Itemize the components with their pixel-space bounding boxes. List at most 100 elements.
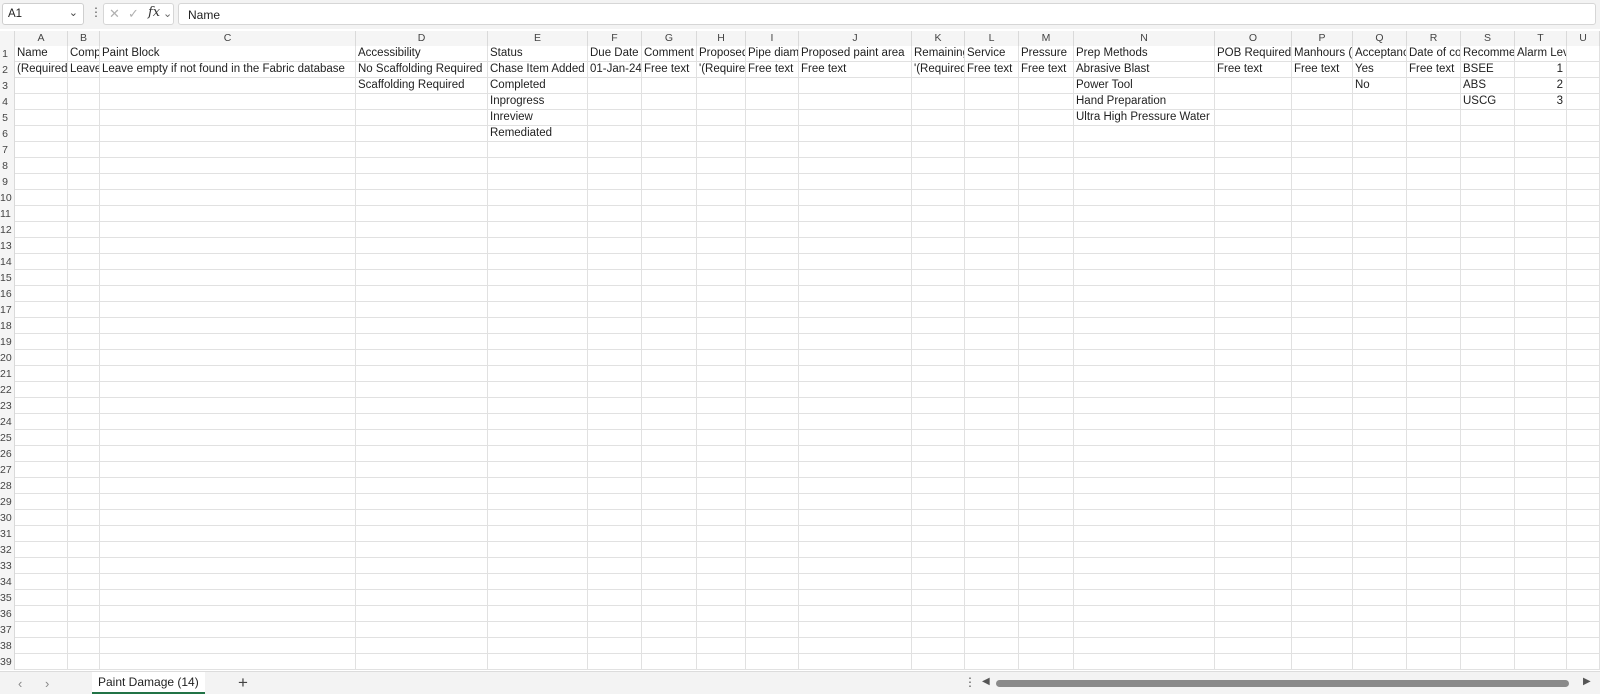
cell-j21[interactable] (799, 366, 912, 382)
cell-e18[interactable] (488, 318, 588, 334)
cell-k17[interactable] (912, 302, 965, 318)
cell-a32[interactable] (15, 542, 68, 558)
cell-d3[interactable]: Scaffolding Required (356, 78, 488, 94)
cell-r32[interactable] (1407, 542, 1461, 558)
cell-p33[interactable] (1292, 558, 1353, 574)
cell-t29[interactable] (1515, 494, 1567, 510)
cell-e10[interactable] (488, 190, 588, 206)
cell-o9[interactable] (1215, 174, 1292, 190)
cell-j10[interactable] (799, 190, 912, 206)
row-header-22[interactable]: 22 (0, 382, 15, 398)
cell-q36[interactable] (1353, 606, 1407, 622)
cell-b15[interactable] (68, 270, 100, 286)
cell-t37[interactable] (1515, 622, 1567, 638)
cell-p25[interactable] (1292, 430, 1353, 446)
row-header-31[interactable]: 31 (0, 526, 15, 542)
cell-p13[interactable] (1292, 238, 1353, 254)
cell-l29[interactable] (965, 494, 1019, 510)
cell-a19[interactable] (15, 334, 68, 350)
cell-l36[interactable] (965, 606, 1019, 622)
cell-m9[interactable] (1019, 174, 1074, 190)
cell-m2[interactable]: Free text (1019, 62, 1074, 78)
cell-f19[interactable] (588, 334, 642, 350)
cell-n13[interactable] (1074, 238, 1215, 254)
cell-e35[interactable] (488, 590, 588, 606)
cell-k14[interactable] (912, 254, 965, 270)
cell-e32[interactable] (488, 542, 588, 558)
cell-n2[interactable]: Abrasive Blast (1074, 62, 1215, 78)
cell-h23[interactable] (697, 398, 746, 414)
column-header-t[interactable]: T (1515, 31, 1567, 46)
cell-h27[interactable] (697, 462, 746, 478)
cell-i7[interactable] (746, 142, 799, 158)
cell-s27[interactable] (1461, 462, 1515, 478)
cell-f31[interactable] (588, 526, 642, 542)
cell-r6[interactable] (1407, 126, 1461, 142)
cell-a39[interactable] (15, 654, 68, 670)
cell-f37[interactable] (588, 622, 642, 638)
cell-s5[interactable] (1461, 110, 1515, 126)
cell-m15[interactable] (1019, 270, 1074, 286)
column-header-q[interactable]: Q (1353, 31, 1407, 46)
row-header-38[interactable]: 38 (0, 638, 15, 654)
cell-g10[interactable] (642, 190, 697, 206)
cell-u2[interactable] (1567, 62, 1600, 78)
cell-s30[interactable] (1461, 510, 1515, 526)
cell-s11[interactable] (1461, 206, 1515, 222)
cell-b1[interactable]: Comp (68, 46, 100, 62)
cell-s23[interactable] (1461, 398, 1515, 414)
cell-i21[interactable] (746, 366, 799, 382)
cell-g7[interactable] (642, 142, 697, 158)
cell-p34[interactable] (1292, 574, 1353, 590)
cell-q18[interactable] (1353, 318, 1407, 334)
cell-b16[interactable] (68, 286, 100, 302)
cell-m20[interactable] (1019, 350, 1074, 366)
row-header-4[interactable]: 4 (0, 94, 15, 110)
cell-n31[interactable] (1074, 526, 1215, 542)
cell-r18[interactable] (1407, 318, 1461, 334)
cell-p16[interactable] (1292, 286, 1353, 302)
row-header-13[interactable]: 13 (0, 238, 15, 254)
cell-h11[interactable] (697, 206, 746, 222)
cell-d10[interactable] (356, 190, 488, 206)
cell-d34[interactable] (356, 574, 488, 590)
cell-u12[interactable] (1567, 222, 1600, 238)
cell-b13[interactable] (68, 238, 100, 254)
cell-j17[interactable] (799, 302, 912, 318)
cell-n22[interactable] (1074, 382, 1215, 398)
cell-a13[interactable] (15, 238, 68, 254)
cell-q28[interactable] (1353, 478, 1407, 494)
cell-i30[interactable] (746, 510, 799, 526)
cell-c33[interactable] (100, 558, 356, 574)
cell-q21[interactable] (1353, 366, 1407, 382)
cell-e14[interactable] (488, 254, 588, 270)
cell-o23[interactable] (1215, 398, 1292, 414)
row-header-1[interactable]: 1 (0, 46, 15, 62)
cell-u4[interactable] (1567, 94, 1600, 110)
cell-g37[interactable] (642, 622, 697, 638)
cell-p11[interactable] (1292, 206, 1353, 222)
cell-d25[interactable] (356, 430, 488, 446)
cell-i11[interactable] (746, 206, 799, 222)
cell-q11[interactable] (1353, 206, 1407, 222)
cell-h36[interactable] (697, 606, 746, 622)
cell-j13[interactable] (799, 238, 912, 254)
cell-h34[interactable] (697, 574, 746, 590)
cell-l34[interactable] (965, 574, 1019, 590)
cell-k27[interactable] (912, 462, 965, 478)
cell-c30[interactable] (100, 510, 356, 526)
cell-e3[interactable]: Completed (488, 78, 588, 94)
row-header-36[interactable]: 36 (0, 606, 15, 622)
cell-e15[interactable] (488, 270, 588, 286)
cell-s29[interactable] (1461, 494, 1515, 510)
cell-o20[interactable] (1215, 350, 1292, 366)
cell-d29[interactable] (356, 494, 488, 510)
cell-u10[interactable] (1567, 190, 1600, 206)
cell-q10[interactable] (1353, 190, 1407, 206)
cell-b22[interactable] (68, 382, 100, 398)
cell-n35[interactable] (1074, 590, 1215, 606)
cell-c35[interactable] (100, 590, 356, 606)
row-header-35[interactable]: 35 (0, 590, 15, 606)
cell-n8[interactable] (1074, 158, 1215, 174)
cell-o2[interactable]: Free text (1215, 62, 1292, 78)
